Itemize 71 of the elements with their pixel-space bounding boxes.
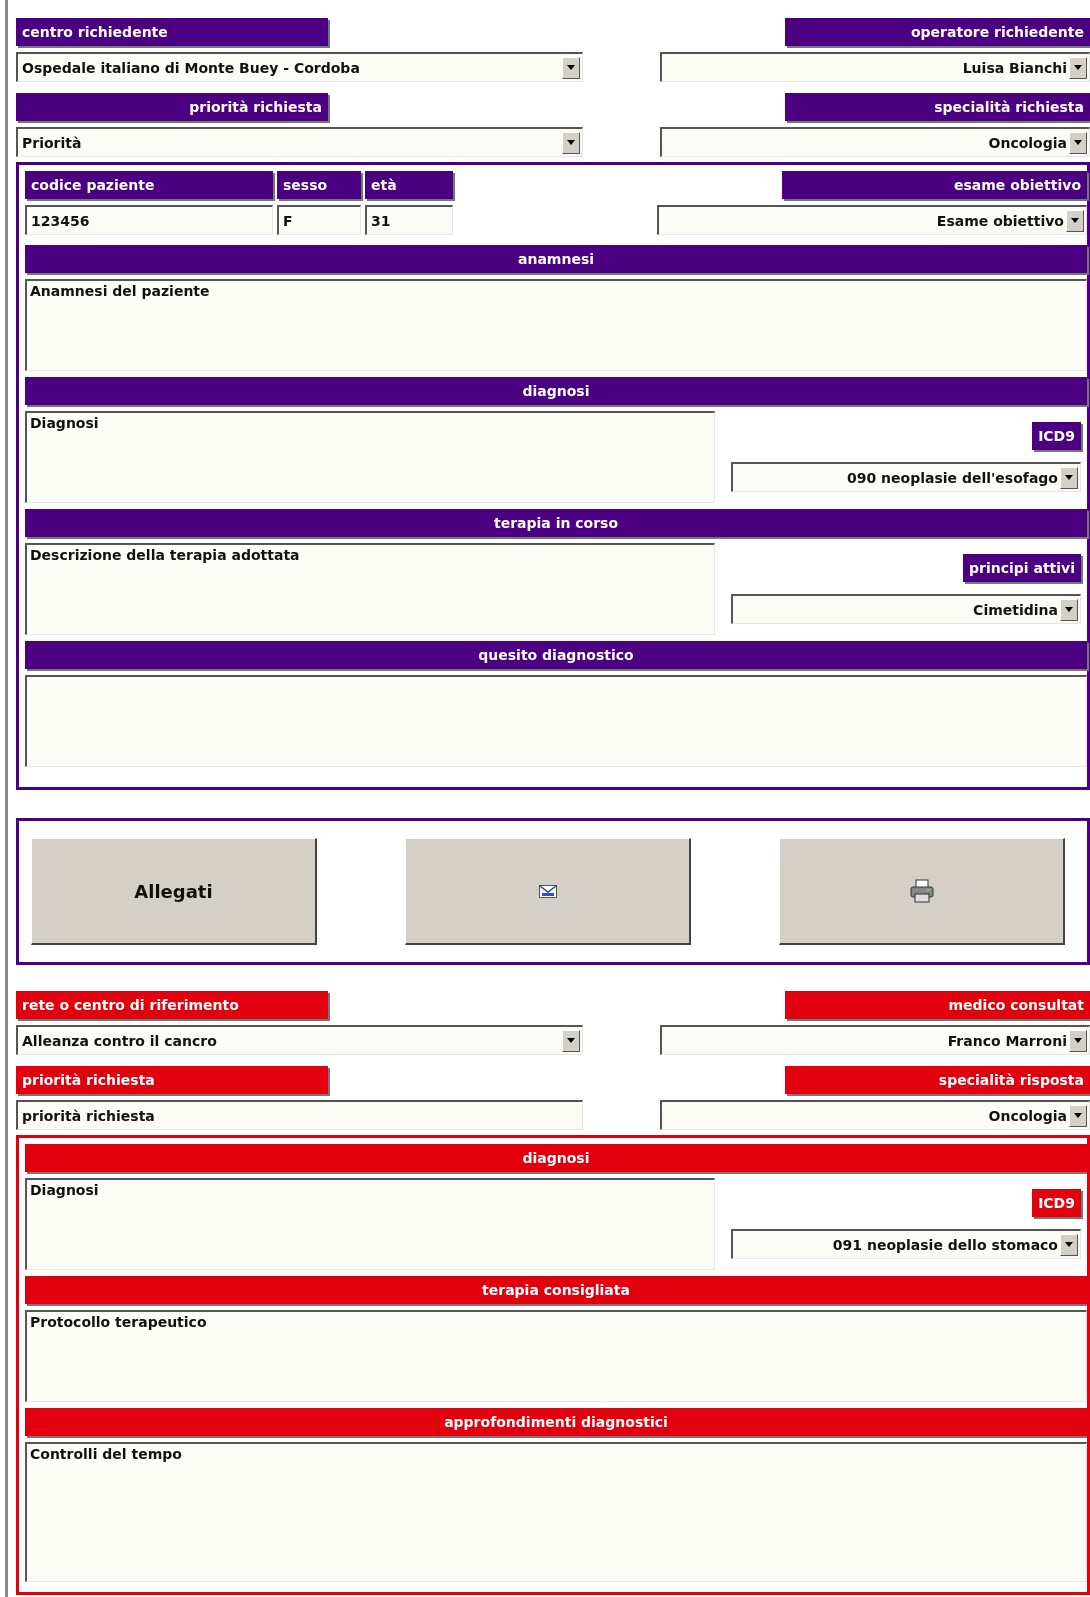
dropdown[interactable]: Priorità	[16, 127, 583, 157]
text-area[interactable]: Anamnesi del paziente	[25, 279, 1087, 371]
input-field[interactable]: 31	[365, 205, 453, 235]
dropdown-button[interactable]	[562, 1029, 580, 1052]
input-field[interactable]: priorità richiesta	[16, 1100, 583, 1130]
printer-icon	[908, 879, 935, 903]
dropdown-button[interactable]	[1069, 1104, 1087, 1127]
caret-icon	[1074, 1113, 1082, 1118]
caret-icon	[1065, 1242, 1073, 1247]
section-header: approfondimenti diagnostici	[25, 1408, 1087, 1436]
caret-icon	[1071, 218, 1079, 223]
field-label: centro richiedente	[16, 18, 328, 46]
text-area[interactable]: Controlli del tempo	[25, 1442, 1087, 1582]
dropdown-button[interactable]	[562, 131, 580, 154]
text-area[interactable]: Descrizione della terapia adottata	[25, 543, 715, 635]
caret-icon	[1074, 140, 1082, 145]
attachments-button[interactable]: Allegati	[31, 838, 317, 945]
field-label: sesso	[277, 171, 361, 199]
print-button[interactable]	[779, 838, 1065, 945]
field-label: rete o centro di riferimento	[16, 991, 328, 1019]
dropdown-button[interactable]	[1066, 209, 1084, 232]
dropdown[interactable]: Luisa Bianchi	[660, 52, 1090, 82]
mail-button[interactable]	[405, 838, 691, 945]
dropdown-button[interactable]	[1069, 56, 1087, 79]
input-field[interactable]: 123456	[25, 205, 273, 235]
field-label: principi attivi	[962, 554, 1081, 582]
caret-icon	[567, 140, 575, 145]
field-label: specialità richiesta	[785, 93, 1090, 121]
caret-icon	[567, 1038, 575, 1043]
envelope-icon	[538, 884, 557, 898]
input-field[interactable]: F	[277, 205, 361, 235]
section-header: quesito diagnostico	[25, 641, 1087, 669]
section-header: terapia consigliata	[25, 1276, 1087, 1304]
text-area[interactable]: Protocollo terapeutico	[25, 1310, 1087, 1402]
dropdown[interactable]: Oncologia	[660, 127, 1090, 157]
dropdown-button[interactable]	[1060, 466, 1078, 489]
field-label: codice paziente	[25, 171, 273, 199]
dropdown-button[interactable]	[1069, 1029, 1087, 1052]
field-label: età	[365, 171, 453, 199]
field-label: ICD9	[1032, 1189, 1081, 1217]
text-area[interactable]	[25, 675, 1087, 767]
field-label: ICD9	[1032, 422, 1081, 450]
caret-icon	[1065, 475, 1073, 480]
field-label: medico consultat	[785, 991, 1090, 1019]
dropdown[interactable]: 090 neoplasie dell'esofago	[731, 462, 1081, 492]
dropdown[interactable]: Alleanza contro il cancro	[16, 1025, 583, 1055]
text-area[interactable]: Diagnosi	[25, 1178, 715, 1270]
section-header: anamnesi	[25, 245, 1087, 273]
caret-icon	[1074, 1038, 1082, 1043]
section-header: terapia in corso	[25, 509, 1087, 537]
dropdown-button[interactable]	[1069, 131, 1087, 154]
dropdown-button[interactable]	[1060, 1233, 1078, 1256]
field-label: operatore richiedente	[785, 18, 1090, 46]
caret-icon	[1074, 65, 1082, 70]
section-header: diagnosi	[25, 1144, 1087, 1172]
text-area[interactable]: Diagnosi	[25, 411, 715, 503]
dropdown[interactable]: Ospedale italiano di Monte Buey - Cordoba	[16, 52, 583, 82]
dropdown-button[interactable]	[562, 56, 580, 79]
dropdown[interactable]: Esame obiettivo	[657, 205, 1087, 235]
dropdown-button[interactable]	[1060, 598, 1078, 621]
dropdown[interactable]: 091 neoplasie dello stomaco	[731, 1229, 1081, 1259]
dropdown[interactable]: Cimetidina	[731, 594, 1081, 624]
caret-icon	[567, 65, 575, 70]
dropdown[interactable]: Oncologia	[660, 1100, 1090, 1130]
field-label: priorità richiesta	[16, 1066, 328, 1094]
section-header: diagnosi	[25, 377, 1087, 405]
caret-icon	[1065, 607, 1073, 612]
field-label: esame obiettivo	[782, 171, 1087, 199]
field-label: priorità richiesta	[16, 93, 328, 121]
field-label: specialità risposta	[785, 1066, 1090, 1094]
dropdown[interactable]: Franco Marroni	[660, 1025, 1090, 1055]
